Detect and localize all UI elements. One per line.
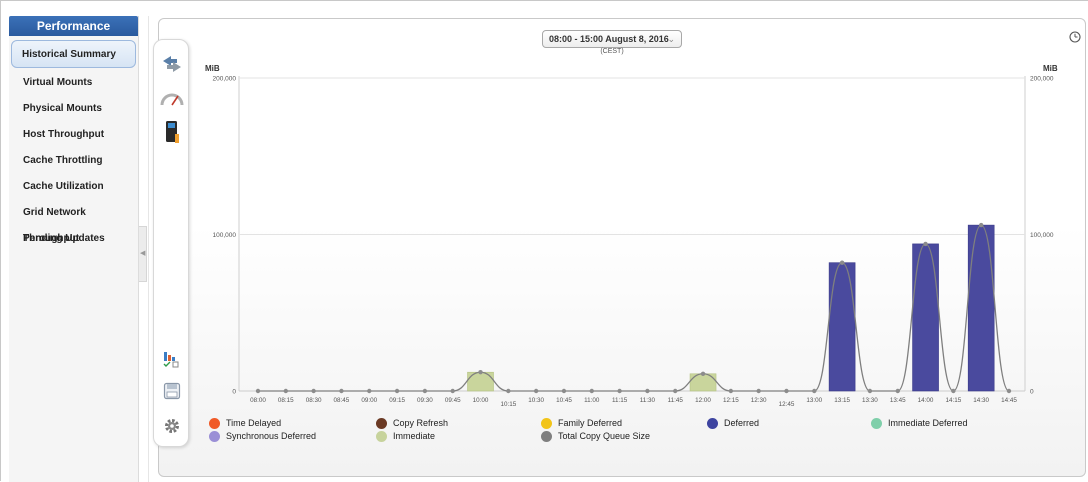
legend-label: Immediate <box>393 431 436 441</box>
legend-label: Time Delayed <box>226 418 282 428</box>
collapse-arrow-icon: ◀ <box>140 250 146 257</box>
legend-item[interactable]: Deferred <box>707 417 759 429</box>
bar-chart-checklist-icon[interactable] <box>158 345 186 373</box>
app-frame: Performance Historical Summary Virtual M… <box>0 0 1088 482</box>
legend-label: Family Deferred <box>558 418 623 428</box>
legend-item[interactable]: Family Deferred <box>541 417 622 429</box>
sidebar-item-cache-throttling[interactable]: Cache Throttling <box>9 148 138 174</box>
clock-icon[interactable] <box>1069 31 1081 43</box>
chart-toolbar <box>153 39 189 447</box>
legend-label: Copy Refresh <box>393 418 449 428</box>
legend-swatch <box>541 417 552 429</box>
legend-item[interactable]: Synchronous Deferred <box>209 430 316 442</box>
legend-swatch <box>376 430 387 442</box>
sidebar-item-cache-utilization[interactable]: Cache Utilization <box>9 174 138 200</box>
sidebar-item-physical-mounts[interactable]: Physical Mounts <box>9 96 138 122</box>
sidebar-title: Performance <box>9 16 138 36</box>
sidebar-item-virtual-mounts[interactable]: Virtual Mounts <box>9 70 138 96</box>
legend-swatch <box>376 417 387 429</box>
arrows-icon[interactable] <box>158 50 186 78</box>
legend-item[interactable]: Immediate <box>376 430 435 442</box>
sidebar-collapse-handle[interactable]: ◀ <box>139 226 147 282</box>
legend-label: Synchronous Deferred <box>226 431 317 441</box>
legend-swatch <box>541 430 552 442</box>
gear-icon[interactable] <box>158 412 186 440</box>
legend-swatch <box>707 417 718 429</box>
chart-panel <box>158 18 1086 477</box>
legend-item[interactable]: Time Delayed <box>209 417 281 429</box>
legend-item[interactable]: Copy Refresh <box>376 417 448 429</box>
legend-swatch <box>209 430 220 442</box>
time-range-value: 08:00 - 15:00 August 8, 2016 <box>549 34 669 44</box>
sidebar-item-historical-summary[interactable]: Historical Summary <box>11 40 136 68</box>
legend-item[interactable]: Immediate Deferred <box>871 417 968 429</box>
save-icon[interactable] <box>158 377 186 405</box>
legend-label: Immediate Deferred <box>888 418 968 428</box>
sidebar-item-host-throughput[interactable]: Host Throughput <box>9 122 138 148</box>
legend-item[interactable]: Total Copy Queue Size <box>541 430 650 442</box>
time-range-select[interactable]: 08:00 - 15:00 August 8, 2016 ⌄ <box>542 30 682 48</box>
gauge-icon[interactable] <box>158 84 186 112</box>
panel-divider <box>148 16 149 482</box>
legend-swatch <box>209 417 220 429</box>
legend-label: Deferred <box>724 418 760 428</box>
sidebar-item-grid-network-throughput[interactable]: Grid Network Throughput <box>9 200 138 244</box>
sidebar-item-pending-updates[interactable]: Pending Updates <box>9 226 138 252</box>
chart-legend: Time Delayed Copy Refresh Family Deferred D… <box>209 417 1069 447</box>
device-icon[interactable] <box>158 118 186 146</box>
chevron-down-icon: ⌄ <box>667 34 675 44</box>
legend-label: Total Copy Queue Size <box>558 431 651 441</box>
legend-swatch <box>871 417 882 429</box>
performance-sidebar: Performance Historical Summary Virtual M… <box>9 16 139 482</box>
timezone-label: (CEST) <box>600 48 624 55</box>
